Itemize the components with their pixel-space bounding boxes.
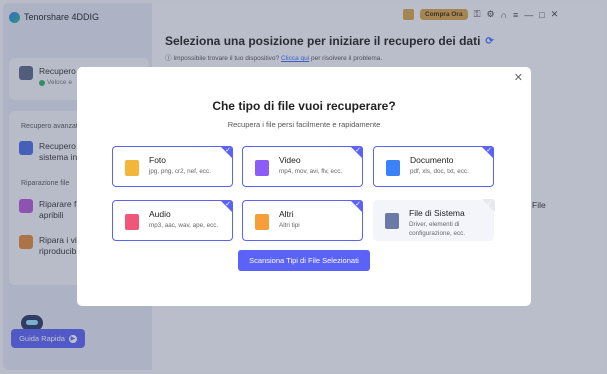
file-type-card-file-di-sistema[interactable]: File di Sistema Driver, elementi di confi… bbox=[373, 199, 495, 241]
dialog-subtitle: Recupera i file persi facilmente e rapid… bbox=[227, 120, 381, 129]
file-type-card-foto[interactable]: Foto jpg, png, cr2, nef, ecc. ✓ bbox=[112, 146, 233, 187]
file-type-title: Documento bbox=[410, 155, 454, 165]
file-type-description: Driver, elementi di configurazione, ecc. bbox=[409, 221, 466, 237]
checkmark-icon: ✓ bbox=[225, 201, 231, 208]
music-icon bbox=[125, 214, 139, 230]
scan-selected-button[interactable]: Scansiona Tipi di File Selezionati bbox=[238, 250, 370, 271]
image-icon bbox=[125, 160, 139, 176]
checkmark-icon: ✓ bbox=[486, 147, 492, 154]
video-icon bbox=[255, 160, 269, 176]
file-type-card-audio[interactable]: Audio mp3, aac, wav, ape, ecc. ✓ bbox=[112, 200, 233, 241]
file-type-description: pdf, xls, doc, txt, ecc. bbox=[410, 168, 469, 175]
file-type-title: File di Sistema bbox=[409, 208, 465, 218]
document-icon bbox=[386, 160, 400, 176]
close-icon[interactable]: ✕ bbox=[514, 71, 523, 84]
checkmark-icon: ✓ bbox=[355, 201, 361, 208]
system-file-icon bbox=[385, 213, 399, 229]
file-type-title: Foto bbox=[149, 155, 167, 165]
file-type-card-altri[interactable]: Altri Altri tipi ✓ bbox=[242, 200, 363, 241]
checkmark-icon: ✓ bbox=[225, 147, 231, 154]
file-type-title: Altri bbox=[279, 209, 294, 219]
file-type-card-documento[interactable]: Documento pdf, xls, doc, txt, ecc. ✓ bbox=[373, 146, 494, 187]
file-type-card-video[interactable]: Video mp4, mov, avi, flv, ecc. ✓ bbox=[242, 146, 363, 187]
file-type-description: Altri tipi bbox=[279, 222, 300, 229]
checkmark-icon: ✓ bbox=[487, 200, 493, 207]
checkmark-icon: ✓ bbox=[355, 147, 361, 154]
file-type-description: jpg, png, cr2, nef, ecc. bbox=[149, 168, 211, 175]
dialog-title: Che tipo di file vuoi recuperare? bbox=[212, 99, 396, 113]
file-type-description: mp3, aac, wav, ape, ecc. bbox=[149, 222, 219, 229]
other-files-icon bbox=[255, 214, 269, 230]
file-type-title: Video bbox=[279, 155, 301, 165]
file-type-dialog: ✕ Che tipo di file vuoi recuperare? Recu… bbox=[77, 67, 531, 306]
file-type-description: mp4, mov, avi, flv, ecc. bbox=[279, 168, 343, 175]
file-type-title: Audio bbox=[149, 209, 171, 219]
